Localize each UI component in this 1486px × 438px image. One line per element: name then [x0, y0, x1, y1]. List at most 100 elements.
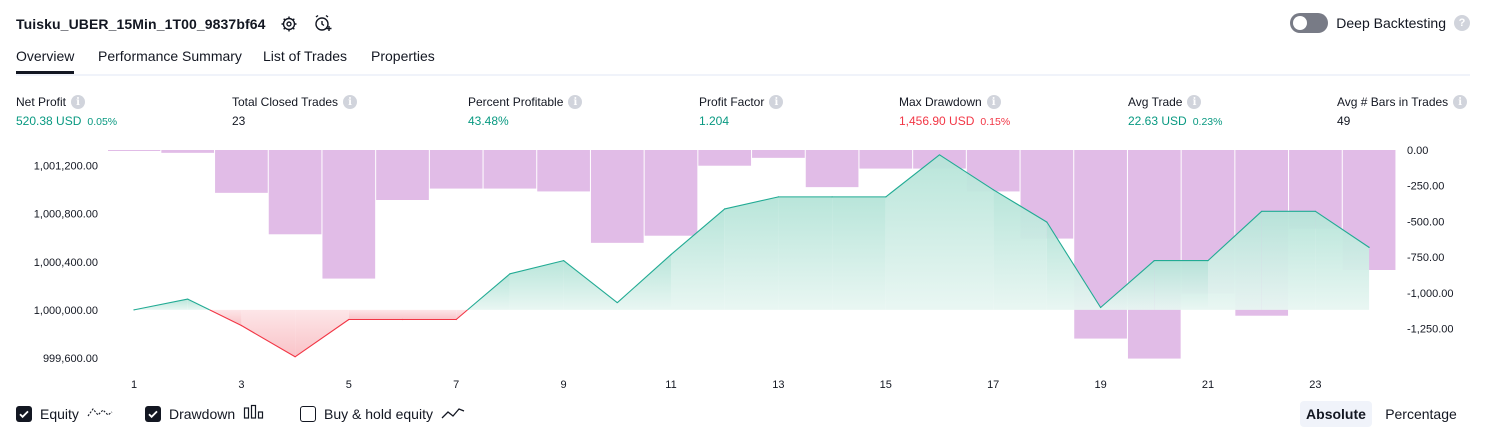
equity-loss-fill: [402, 309, 457, 320]
x-tick-label: 17: [987, 379, 999, 391]
metric-value: 43.48%: [468, 114, 509, 128]
drawdown-bar: [215, 150, 268, 193]
metric-label: Net Profit: [16, 95, 67, 109]
info-icon[interactable]: i: [343, 95, 358, 109]
legend-drawdown-label: Drawdown: [169, 405, 236, 422]
tab-overview[interactable]: Overview: [16, 48, 75, 74]
info-icon[interactable]: i: [1187, 95, 1202, 109]
drawdown-bar: [537, 150, 590, 192]
info-icon[interactable]: i: [71, 95, 86, 109]
deep-backtesting-toggle[interactable]: [1290, 13, 1329, 33]
drawdown-checkbox[interactable]: [145, 405, 161, 422]
legend-drawdown[interactable]: Drawdown: [145, 404, 265, 423]
metric-label: Max Drawdown: [899, 95, 982, 109]
buy-hold-line-icon: [441, 404, 467, 423]
metric-percent-profitable: Percent Profitable i 43.48%: [468, 94, 583, 128]
left-axis: 1,001,200.00 1,000,800.00 1,000,400.00 1,00…: [34, 161, 98, 365]
x-tick-label: 13: [772, 379, 784, 391]
right-tick-label: 0.00: [1407, 145, 1428, 157]
info-icon[interactable]: i: [568, 95, 583, 109]
metric-label: Total Closed Trades: [232, 95, 339, 109]
x-tick-label: 5: [346, 379, 352, 391]
x-tick-label: 11: [665, 379, 676, 391]
drawdown-bar: [322, 150, 376, 279]
x-axis: 1 3 5 7 9 11 13 15 17 19 21 23: [131, 379, 1322, 391]
absolute-button[interactable]: Absolute: [1300, 401, 1372, 427]
x-tick-label: 7: [453, 379, 459, 391]
equity-loss-fill: [348, 309, 403, 320]
help-icon[interactable]: ?: [1454, 15, 1470, 31]
right-tick-label: -1,000.00: [1407, 288, 1453, 300]
equity-point: [348, 318, 350, 321]
right-tick-label: -750.00: [1407, 252, 1444, 264]
equity-point: [1368, 246, 1370, 248]
percentage-button[interactable]: Percentage: [1378, 401, 1464, 427]
metric-avg-trade: Avg Trade i 22.63 USD 0.23%: [1128, 94, 1222, 128]
equity-point: [1100, 306, 1102, 309]
info-icon[interactable]: i: [986, 95, 1001, 109]
metric-label: Percent Profitable: [468, 95, 564, 109]
drawdown-bar: [429, 150, 483, 189]
tab-properties[interactable]: Properties: [371, 48, 435, 74]
metric-max-drawdown: Max Drawdown i 1,456.90 USD 0.15%: [899, 94, 1010, 128]
equity-point: [240, 324, 242, 327]
drawdown-bar: [1127, 150, 1181, 359]
info-icon[interactable]: i: [769, 95, 784, 109]
left-tick-label: 999,600.00: [43, 353, 98, 365]
header: Tuisku_UBER_15Min_1T00_9837bf64: [16, 12, 334, 36]
add-alert-icon[interactable]: [312, 13, 334, 35]
x-tick-label: 3: [238, 379, 244, 391]
x-tick-label: 15: [880, 379, 892, 391]
equity-profit-fill: [563, 260, 618, 310]
drawdown-bar: [752, 150, 805, 158]
equity-profit-fill: [1261, 211, 1316, 310]
deep-backtesting: Deep Backtesting ?: [1290, 13, 1470, 33]
metric-value: 49: [1337, 114, 1351, 128]
metric-label: Avg # Bars in Trades: [1337, 95, 1449, 109]
metric-value: 22.63 USD: [1128, 114, 1187, 128]
metric-label: Profit Factor: [699, 95, 765, 109]
equity-point: [777, 196, 780, 198]
x-tick-label: 9: [561, 379, 567, 391]
equity-point: [616, 302, 618, 304]
metric-value: 23: [232, 114, 246, 128]
legend-equity[interactable]: Equity: [16, 404, 113, 423]
info-icon[interactable]: i: [1453, 95, 1468, 109]
metric-percent: 0.23%: [1192, 116, 1223, 128]
x-tick-label: 19: [1094, 379, 1106, 391]
equity-profit-fill: [885, 154, 940, 310]
metric-net-profit: Net Profit i 520.38 USD 0.05%: [16, 94, 117, 128]
drawdown-bar: [859, 150, 913, 169]
metric-profit-factor: Profit Factor i 1.204: [699, 94, 784, 128]
equity-checkbox[interactable]: [16, 405, 32, 422]
x-tick-label: 23: [1309, 379, 1321, 391]
drawdown-bar: [698, 150, 752, 166]
equity-point: [831, 196, 833, 198]
left-tick-label: 1,000,800.00: [34, 209, 98, 221]
drawdown-bar: [268, 150, 322, 235]
equity-profit-fill: [724, 196, 779, 310]
tab-performance-summary[interactable]: Performance Summary: [98, 48, 242, 74]
buy-hold-checkbox[interactable]: [300, 405, 316, 422]
tab-list-of-trades[interactable]: List of Trades: [263, 48, 347, 74]
equity-profit-fill: [832, 196, 886, 310]
equity-point: [992, 189, 994, 191]
left-tick-label: 1,000,400.00: [34, 257, 98, 269]
equity-point: [455, 318, 457, 321]
equity-point: [294, 356, 296, 358]
equity-point: [133, 309, 135, 311]
settings-icon[interactable]: [278, 13, 300, 35]
drawdown-bar: [161, 150, 215, 153]
equity-point: [1046, 221, 1048, 223]
drawdown-bar: [644, 150, 698, 236]
drawdown-bar: [1074, 150, 1127, 339]
right-tick-label: -1,250.00: [1407, 324, 1453, 336]
equity-point: [670, 253, 672, 256]
equity-line-icon: [87, 404, 113, 423]
equity-point: [1207, 260, 1209, 262]
equity-profit-fill: [778, 196, 833, 310]
drawdown-bar: [590, 150, 644, 243]
metric-value: 520.38 USD: [16, 114, 82, 128]
legend-buy-hold[interactable]: Buy & hold equity: [300, 404, 467, 423]
deep-backtesting-label: Deep Backtesting: [1336, 15, 1446, 31]
